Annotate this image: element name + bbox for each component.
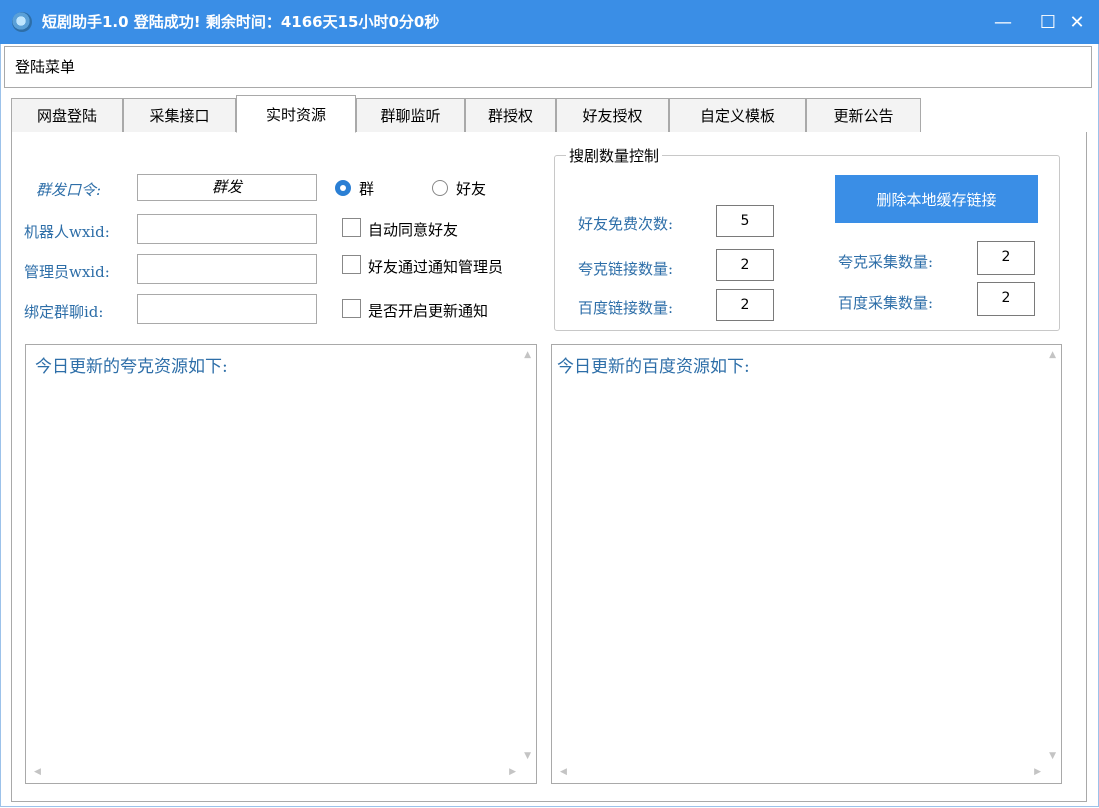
quark-collect-count-input[interactable]: 2: [977, 241, 1035, 275]
baidu-resource-text: 今日更新的百度资源如下:: [557, 357, 750, 377]
scroll-right-icon[interactable]: ▶: [1034, 767, 1041, 777]
baidu-collect-count-input[interactable]: 2: [977, 282, 1035, 316]
mass-command-input[interactable]: 群发: [137, 174, 317, 201]
menu-bar: 登陆菜单: [4, 46, 1092, 88]
notify-admin-checkbox[interactable]: [342, 255, 361, 274]
radio-friend[interactable]: [432, 180, 448, 196]
quark-resource-text: 今日更新的夸克资源如下:: [35, 357, 228, 377]
close-button[interactable]: ✕: [1055, 0, 1099, 44]
baidu-link-count-label: 百度链接数量:: [578, 299, 674, 317]
groupbox-title: 搜剧数量控制: [566, 145, 663, 166]
radio-friend-label: 好友: [456, 180, 487, 198]
app-logo-icon: [12, 12, 32, 32]
scroll-up-icon[interactable]: ▲: [1049, 350, 1056, 360]
radio-group[interactable]: [335, 180, 351, 196]
scroll-down-icon[interactable]: ▼: [1049, 751, 1056, 761]
bind-group-id-label: 绑定群聊id:: [24, 303, 104, 321]
minimize-button[interactable]: —: [981, 0, 1025, 44]
mass-command-label: 群发口令:: [36, 181, 102, 199]
baidu-resource-textarea[interactable]: 今日更新的百度资源如下: ▲ ▼ ◀ ▶: [551, 344, 1062, 784]
bind-group-id-input[interactable]: [137, 294, 317, 324]
delete-local-cache-button[interactable]: 删除本地缓存链接: [835, 175, 1038, 223]
scroll-up-icon[interactable]: ▲: [524, 350, 531, 360]
window-title: 短剧助手1.0 登陆成功! 剩余时间：4166天15小时0分0秒: [42, 13, 440, 31]
robot-wxid-input[interactable]: [137, 214, 317, 244]
quark-link-count-input[interactable]: 2: [716, 249, 774, 281]
tab-collect-api[interactable]: 采集接口: [123, 98, 236, 132]
free-times-input[interactable]: 5: [716, 205, 774, 237]
scroll-right-icon[interactable]: ▶: [509, 767, 516, 777]
quark-resource-textarea[interactable]: 今日更新的夸克资源如下: ▲ ▼ ◀ ▶: [25, 344, 537, 784]
admin-wxid-label: 管理员wxid:: [24, 263, 110, 281]
quark-link-count-label: 夸克链接数量:: [578, 260, 674, 278]
scroll-down-icon[interactable]: ▼: [524, 751, 531, 761]
tab-update-notice[interactable]: 更新公告: [806, 98, 921, 132]
tab-group-monitor[interactable]: 群聊监听: [356, 98, 465, 132]
title-bar: 短剧助手1.0 登陆成功! 剩余时间：4166天15小时0分0秒 — ☐ ✕: [0, 0, 1099, 44]
admin-wxid-input[interactable]: [137, 254, 317, 284]
robot-wxid-label: 机器人wxid:: [24, 223, 110, 241]
auto-accept-friend-label: 自动同意好友: [368, 221, 459, 239]
radio-group-label: 群: [359, 180, 375, 198]
tab-group-auth[interactable]: 群授权: [465, 98, 556, 132]
update-notice-checkbox[interactable]: [342, 299, 361, 318]
update-notice-label: 是否开启更新通知: [368, 302, 489, 320]
menu-login[interactable]: 登陆菜单: [15, 56, 75, 77]
tab-realtime-resource[interactable]: 实时资源: [236, 95, 356, 133]
notify-admin-label: 好友通过通知管理员: [368, 258, 504, 276]
scroll-left-icon[interactable]: ◀: [560, 767, 567, 777]
tab-netdisk-login[interactable]: 网盘登陆: [11, 98, 123, 132]
tab-friend-auth[interactable]: 好友授权: [556, 98, 669, 132]
auto-accept-friend-checkbox[interactable]: [342, 218, 361, 237]
baidu-collect-count-label: 百度采集数量:: [838, 294, 934, 312]
tab-custom-template[interactable]: 自定义模板: [669, 98, 806, 132]
scroll-left-icon[interactable]: ◀: [34, 767, 41, 777]
free-times-label: 好友免费次数:: [578, 215, 674, 233]
baidu-link-count-input[interactable]: 2: [716, 289, 774, 321]
quark-collect-count-label: 夸克采集数量:: [838, 253, 934, 271]
